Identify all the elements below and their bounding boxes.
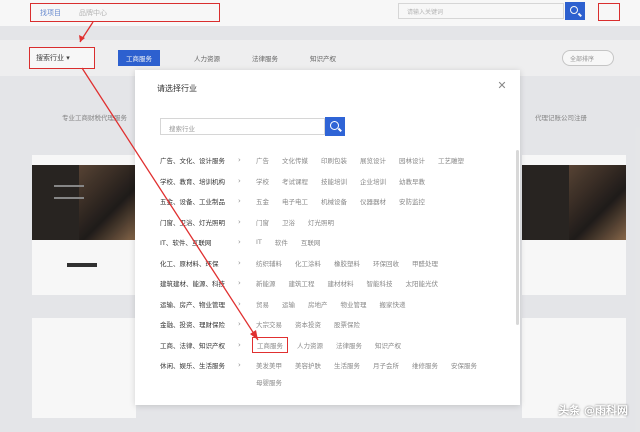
subcategory-item[interactable]: 美发美甲	[256, 360, 282, 370]
category-row: 化工、原材料、环保 › 纺织辅料 化工涂料 橡胶塑料 环保回收 甲醛处理	[160, 253, 515, 274]
subcategory-item[interactable]: 灯光照明	[308, 217, 334, 227]
category-label[interactable]: 学校、教育、培训机构	[160, 176, 238, 186]
category-label[interactable]: 建筑建材、能源、科技	[160, 278, 238, 288]
category-row: 金融、投资、理财保险 › 大宗交易 资本投资 股票保险	[160, 314, 515, 335]
subcategory-item[interactable]: 文化传媒	[282, 155, 308, 165]
industry-search-input[interactable]: 搜索行业	[160, 118, 325, 135]
subcategory-item[interactable]: 人力资源	[297, 340, 323, 350]
subcategory-item[interactable]: 甲醛处理	[412, 258, 438, 268]
subcategory-item-business-services[interactable]: 工商服务	[252, 336, 288, 353]
modal-scrollbar[interactable]	[516, 150, 519, 325]
chevron-right-icon: ›	[238, 361, 241, 370]
chevron-right-icon: ›	[238, 156, 241, 165]
subcategory-item[interactable]: 软件	[275, 237, 288, 247]
subcategory-item[interactable]: 互联网	[301, 237, 321, 247]
subcategory-item[interactable]: 门窗	[256, 217, 269, 227]
subcategory-item[interactable]: 美容护肤	[295, 360, 321, 370]
category-row: IT、软件、互联网 › IT 软件 互联网	[160, 232, 515, 253]
subcategory-item[interactable]: 大宗交易	[256, 319, 282, 329]
subcategory-item[interactable]: 生活服务	[334, 360, 360, 370]
subcategory-item[interactable]: IT	[256, 238, 262, 246]
subcategory-item[interactable]: 运输	[282, 299, 295, 309]
category-label[interactable]: 广告、文化、设计服务	[160, 155, 238, 165]
close-icon[interactable]: ✕	[496, 80, 508, 92]
category-label[interactable]: 化工、原材料、环保	[160, 258, 238, 268]
chevron-right-icon: ›	[238, 320, 241, 329]
subcategory-item[interactable]: 安防监控	[399, 196, 425, 206]
watermark: 头条 @雨科网	[558, 404, 628, 417]
subcategory-item[interactable]: 建筑工程	[289, 278, 315, 288]
subcategory-item[interactable]: 建材材料	[328, 278, 354, 288]
subcategory-item[interactable]: 太阳能光伏	[406, 278, 439, 288]
subcategory-item[interactable]: 母婴服务	[256, 377, 282, 387]
subcategory-item[interactable]: 环保回收	[373, 258, 399, 268]
subcategory-item[interactable]: 五金	[256, 196, 269, 206]
chevron-right-icon: ›	[238, 217, 241, 226]
subcategory-item[interactable]: 电子电工	[282, 196, 308, 206]
category-label[interactable]: 运输、房产、物业管理	[160, 299, 238, 309]
category-label[interactable]: 金融、投资、理财保险	[160, 319, 238, 329]
subcategory-item[interactable]: 新能源	[256, 278, 276, 288]
search-icon	[330, 121, 339, 130]
subcategory-item[interactable]: 企业培训	[360, 176, 386, 186]
category-row: 学校、教育、培训机构 › 学校 考试课程 技能培训 企业培训 幼教早教	[160, 171, 515, 192]
category-label[interactable]: 工商、法律、知识产权	[160, 340, 238, 350]
category-label[interactable]: IT、软件、互联网	[160, 237, 238, 247]
subcategory-item[interactable]: 展览设计	[360, 155, 386, 165]
subcategory-item[interactable]: 学校	[256, 176, 269, 186]
subcategory-item[interactable]: 橡胶塑料	[334, 258, 360, 268]
industry-search-button[interactable]	[325, 117, 345, 136]
subcategory-item[interactable]: 知识产权	[375, 340, 401, 350]
subcategory-item[interactable]: 广告	[256, 155, 269, 165]
subcategory-item[interactable]: 印刷包装	[321, 155, 347, 165]
subcategory-item[interactable]: 维修服务	[412, 360, 438, 370]
subcategory-item[interactable]: 贸易	[256, 299, 269, 309]
subcategory-item[interactable]: 考试课程	[282, 176, 308, 186]
category-label[interactable]: 门窗、卫浴、灯光照明	[160, 217, 238, 227]
subcategory-item[interactable]: 仪器器材	[360, 196, 386, 206]
subcategory-item[interactable]: 园林设计	[399, 155, 425, 165]
industry-modal: 请选择行业 ✕ 搜索行业 广告、文化、设计服务 › 广告 文化传媒 印刷包装 展…	[135, 70, 520, 405]
category-row: 五金、设备、工业制品 › 五金 电子电工 机械设备 仪器器材 安防监控	[160, 191, 515, 212]
category-label[interactable]: 休闲、娱乐、生活服务	[160, 360, 238, 370]
chevron-right-icon: ›	[238, 176, 241, 185]
subcategory-item[interactable]: 智能科技	[367, 278, 393, 288]
subcategory-item[interactable]: 工艺雕塑	[438, 155, 464, 165]
category-row: 建筑建材、能源、科技 › 新能源 建筑工程 建材材料 智能科技 太阳能光伏	[160, 273, 515, 294]
category-row: 广告、文化、设计服务 › 广告 文化传媒 印刷包装 展览设计 园林设计 工艺雕塑	[160, 150, 515, 171]
category-row: 运输、房产、物业管理 › 贸易 运输 房地产 物业管理 搬家快递	[160, 294, 515, 315]
subcategory-item[interactable]: 纺织辅料	[256, 258, 282, 268]
category-row: 休闲、娱乐、生活服务 › 美发美甲 美容护肤 生活服务 月子会所 维修服务 安保…	[160, 355, 515, 376]
subcategory-item[interactable]: 卫浴	[282, 217, 295, 227]
category-label[interactable]: 五金、设备、工业制品	[160, 196, 238, 206]
chevron-right-icon: ›	[238, 197, 241, 206]
subcategory-item[interactable]: 技能培训	[321, 176, 347, 186]
chevron-right-icon: ›	[238, 279, 241, 288]
subcategory-item[interactable]: 幼教早教	[399, 176, 425, 186]
category-row: 门窗、卫浴、灯光照明 › 门窗 卫浴 灯光照明	[160, 212, 515, 233]
category-list: 广告、文化、设计服务 › 广告 文化传媒 印刷包装 展览设计 园林设计 工艺雕塑…	[160, 150, 515, 376]
subcategory-item[interactable]: 安保服务	[451, 360, 477, 370]
subcategory-item[interactable]: 物业管理	[341, 299, 367, 309]
subcategory-item[interactable]: 机械设备	[321, 196, 347, 206]
category-row-selected: 工商、法律、知识产权 › 工商服务 人力资源 法律服务 知识产权	[160, 335, 515, 356]
subcategory-item[interactable]: 房地产	[308, 299, 328, 309]
chevron-right-icon: ›	[238, 299, 241, 308]
chevron-right-icon: ›	[238, 238, 241, 247]
subcategory-item[interactable]: 股票保险	[334, 319, 360, 329]
subcategory-item[interactable]: 月子会所	[373, 360, 399, 370]
subcategory-item[interactable]: 化工涂料	[295, 258, 321, 268]
subcategory-item[interactable]: 搬家快递	[380, 299, 406, 309]
chevron-right-icon: ›	[238, 258, 241, 267]
modal-title: 请选择行业	[157, 84, 197, 93]
subcategory-item[interactable]: 法律服务	[336, 340, 362, 350]
subcategory-item[interactable]: 资本投资	[295, 319, 321, 329]
